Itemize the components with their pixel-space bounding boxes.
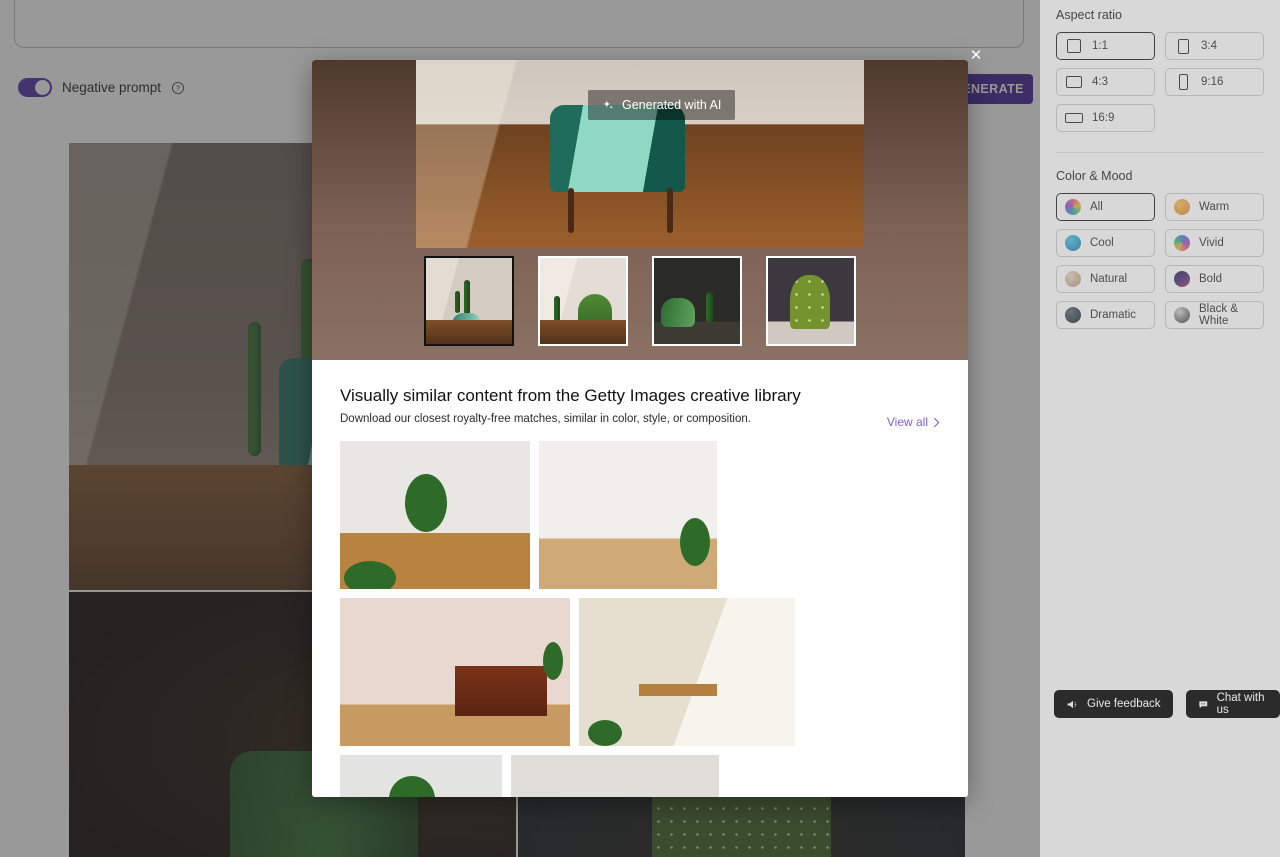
variation-thumbnail-2[interactable] bbox=[538, 256, 628, 346]
wide-landscape-icon bbox=[1065, 113, 1083, 123]
color-mood-group: All Warm Cool Vivid Natural Bold Dramati… bbox=[1056, 193, 1264, 329]
color-mood-label: All bbox=[1090, 201, 1103, 213]
color-mood-option-cool[interactable]: Cool bbox=[1056, 229, 1155, 257]
variation-thumbnail-1[interactable] bbox=[424, 256, 514, 346]
color-mood-option-all[interactable]: All bbox=[1056, 193, 1155, 221]
color-mood-option-warm[interactable]: Warm bbox=[1165, 193, 1264, 221]
similar-image-2[interactable] bbox=[539, 441, 717, 589]
aspect-ratio-label: 16:9 bbox=[1092, 112, 1115, 124]
view-all-label: View all bbox=[886, 415, 928, 429]
swatch-bold-icon bbox=[1174, 271, 1190, 287]
color-mood-label: Cool bbox=[1090, 237, 1114, 249]
sidebar-divider bbox=[1056, 152, 1264, 153]
tall-portrait-icon bbox=[1174, 74, 1192, 90]
swatch-black-and-white-icon bbox=[1174, 307, 1190, 323]
give-feedback-label: Give feedback bbox=[1087, 698, 1161, 710]
similar-image-3[interactable] bbox=[340, 598, 570, 746]
color-mood-label: Bold bbox=[1199, 273, 1223, 285]
color-mood-label: Warm bbox=[1199, 201, 1230, 213]
cactus-icon bbox=[463, 280, 470, 315]
square-icon bbox=[1065, 39, 1083, 53]
chair bbox=[577, 294, 613, 329]
aspect-ratio-group: 1:1 3:4 4:3 9:16 16:9 bbox=[1056, 32, 1264, 132]
app-root: Exclude: Close up, drawing, painterly fl… bbox=[0, 0, 1280, 857]
hero-preview-image[interactable] bbox=[416, 60, 864, 248]
chair-leg bbox=[568, 187, 575, 233]
color-mood-label: Dramatic bbox=[1090, 309, 1137, 321]
variation-thumbnail-4[interactable] bbox=[766, 256, 856, 346]
color-mood-option-black-and-white[interactable]: Black & White bbox=[1165, 301, 1264, 329]
megaphone-icon bbox=[1067, 700, 1077, 708]
swatch-cool-icon bbox=[1065, 235, 1081, 251]
color-mood-option-natural[interactable]: Natural bbox=[1056, 265, 1155, 293]
aspect-ratio-option-3-4[interactable]: 3:4 bbox=[1165, 32, 1264, 60]
chevron-right-icon bbox=[933, 417, 940, 427]
give-feedback-button[interactable]: Give feedback bbox=[1054, 690, 1173, 718]
similar-subtitle: Download our closest royalty-free matche… bbox=[340, 413, 751, 425]
portrait-icon bbox=[1174, 38, 1192, 54]
swatch-warm-icon bbox=[1174, 199, 1190, 215]
swatch-vivid-icon bbox=[1174, 235, 1190, 251]
scene bbox=[768, 258, 854, 344]
scene bbox=[416, 60, 864, 248]
cactus-icon bbox=[705, 292, 713, 324]
color-mood-title: Color & Mood bbox=[1056, 169, 1133, 183]
landscape-icon bbox=[1065, 76, 1083, 88]
similar-image-1[interactable] bbox=[340, 441, 530, 589]
swatch-all-icon bbox=[1065, 199, 1081, 215]
swatch-dramatic-icon bbox=[1065, 307, 1081, 323]
scene bbox=[540, 258, 626, 344]
similar-images-grid bbox=[340, 441, 940, 797]
color-mood-label: Vivid bbox=[1199, 237, 1224, 249]
ai-badge-label: Generated with AI bbox=[622, 98, 722, 112]
options-sidebar: Aspect ratio 1:1 3:4 4:3 9:16 16:9 Color… bbox=[1040, 0, 1280, 857]
generated-with-ai-badge: Generated with AI bbox=[588, 90, 736, 120]
aspect-ratio-label: 3:4 bbox=[1201, 40, 1217, 52]
color-mood-option-vivid[interactable]: Vivid bbox=[1165, 229, 1264, 257]
aspect-ratio-option-9-16[interactable]: 9:16 bbox=[1165, 68, 1264, 96]
cactus-icon bbox=[455, 290, 461, 314]
color-mood-label: Black & White bbox=[1199, 303, 1238, 327]
similar-image-4[interactable] bbox=[579, 598, 795, 746]
similar-image-6[interactable] bbox=[511, 755, 719, 797]
variation-thumbnails bbox=[312, 256, 968, 346]
chat-with-us-button[interactable]: Chat with us bbox=[1186, 690, 1280, 718]
chat-with-us-label: Chat with us bbox=[1216, 692, 1265, 716]
scene bbox=[426, 258, 512, 344]
scene bbox=[654, 258, 740, 344]
chair bbox=[660, 297, 696, 327]
aspect-ratio-label: 1:1 bbox=[1092, 40, 1108, 52]
similar-content-section: Visually similar content from the Getty … bbox=[312, 360, 968, 797]
cactus-icon bbox=[553, 295, 560, 326]
aspect-ratio-option-1-1[interactable]: 1:1 bbox=[1056, 32, 1155, 60]
aspect-ratio-title: Aspect ratio bbox=[1056, 8, 1123, 22]
color-mood-option-dramatic[interactable]: Dramatic bbox=[1056, 301, 1155, 329]
aspect-ratio-option-16-9[interactable]: 16:9 bbox=[1056, 104, 1155, 132]
chat-bubble-icon bbox=[1199, 700, 1208, 708]
aspect-ratio-option-4-3[interactable]: 4:3 bbox=[1056, 68, 1155, 96]
color-mood-option-bold[interactable]: Bold bbox=[1165, 265, 1264, 293]
color-mood-label: Natural bbox=[1090, 273, 1128, 285]
aspect-ratio-label: 4:3 bbox=[1092, 76, 1108, 88]
cactus-icon bbox=[790, 275, 830, 329]
aspect-ratio-label: 9:16 bbox=[1201, 76, 1224, 88]
close-icon[interactable]: ✕ bbox=[968, 48, 984, 64]
sparkle-icon bbox=[603, 100, 613, 109]
chair bbox=[451, 313, 482, 329]
similar-content-modal: Generated with AI Visually similar conte… bbox=[312, 60, 968, 797]
modal-hero: Generated with AI bbox=[312, 60, 968, 360]
chair-leg bbox=[666, 187, 673, 233]
similar-title: Visually similar content from the Getty … bbox=[340, 386, 801, 405]
swatch-natural-icon bbox=[1065, 271, 1081, 287]
view-all-link[interactable]: View all bbox=[887, 415, 940, 429]
similar-image-5[interactable] bbox=[340, 755, 502, 797]
variation-thumbnail-3[interactable] bbox=[652, 256, 742, 346]
